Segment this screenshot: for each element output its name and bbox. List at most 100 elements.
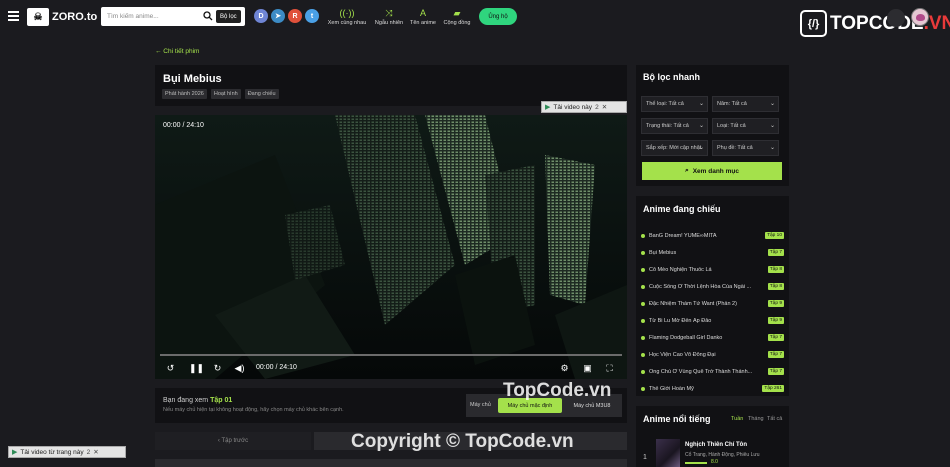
tab-month[interactable]: Tháng	[748, 416, 764, 422]
telegram-icon[interactable]: ➤	[271, 9, 285, 23]
tag-year: Phát hành 2026	[162, 89, 207, 99]
select-value: Phụ đề: Tất cả	[717, 145, 753, 151]
list-item[interactable]: Thế Giới Hoàn Mỹ Tập 261	[641, 380, 784, 397]
list-item[interactable]: Cuộc Sống Ở Thời Lệnh Hòa Của Ngài ... Tậ…	[641, 278, 784, 295]
view-catalog-button[interactable]: ⌕ Xem danh mục	[642, 162, 782, 180]
list-item[interactable]: Ông Chú Ở Vùng Quê Trở Thành Thánh... Tập…	[641, 363, 784, 380]
rating-score: 8.0	[711, 459, 718, 465]
anime-name: Học Viện Cao Võ Đông Đại	[649, 351, 716, 358]
back-to-detail-link[interactable]: ← Chi tiết phim	[155, 48, 199, 55]
search-input[interactable]	[107, 10, 202, 23]
progress-bar[interactable]	[160, 354, 622, 356]
episode-badge: Tập 8	[767, 266, 784, 273]
episode-badge: Tập 261	[762, 385, 784, 392]
anime-name: BanG Dream! YUME∞MITA	[649, 232, 717, 239]
forward-10-icon[interactable]: ↻	[212, 363, 223, 374]
nav-watch-together[interactable]: ((·)) Xem cùng nhau	[327, 9, 367, 27]
nav-community[interactable]: ▰ Cộng đồng	[437, 8, 477, 27]
year-select[interactable]: Năm: Tất cả ⌄	[712, 96, 779, 112]
watermark-copyright: Copyright © TopCode.vn	[351, 431, 574, 452]
user-avatar[interactable]	[911, 8, 929, 26]
time-display-bottom: 00:00 / 24:10	[256, 364, 297, 371]
pause-icon[interactable]: ❚❚	[189, 363, 204, 374]
bullet	[641, 301, 645, 306]
view-catalog-label: Xem danh mục	[692, 167, 739, 175]
bullet	[641, 233, 645, 238]
tab-week[interactable]: Tuần	[731, 416, 743, 422]
episode-badge: Tập 7	[767, 368, 784, 375]
time-display-top: 00:00 / 24:10	[163, 122, 204, 129]
video-player[interactable]: 00:00 / 24:10 ↺ ❚❚ ↻ ◀) 00:00 / 24:10 ⚙ …	[155, 115, 627, 379]
volume-icon[interactable]: ◀)	[234, 363, 245, 374]
genre-select[interactable]: Thể loại: Tất cả ⌄	[641, 96, 708, 112]
bullet	[641, 318, 645, 323]
popular-title: Anime nổi tiếng	[643, 414, 711, 424]
list-item[interactable]: Học Viện Cao Võ Đông Đại Tập 7	[641, 346, 784, 363]
status-select[interactable]: Trạng thái: Tất cả ⌄	[641, 118, 708, 134]
anime-genres: Cổ Trang, Hành Động, Phiêu Lưu	[685, 452, 760, 458]
select-value: Năm: Tất cả	[717, 101, 747, 107]
episode-badge: Tập 8	[767, 283, 784, 290]
sort-select[interactable]: Sắp xếp: Mới cập nhật ⌄	[641, 140, 708, 156]
select-value: Thể loại: Tất cả	[646, 101, 684, 107]
anime-info-card: Bụi Mebius Phát hành 2026 Hoạt hình Đang…	[155, 65, 627, 106]
type-select[interactable]: Loại: Tất cả ⌄	[712, 118, 779, 134]
chevron-down-icon: ⌄	[769, 145, 775, 151]
select-value: Trạng thái: Tất cả	[646, 123, 689, 129]
list-item[interactable]: Bụi Mebius Tập 7	[641, 244, 784, 261]
prev-episode-button[interactable]: ‹ Tập trước	[155, 432, 311, 450]
list-item[interactable]: Từ Bi Lu Mờ Đến Áp Đảo Tập 9	[641, 312, 784, 329]
anime-name: Từ Bi Lu Mờ Đến Áp Đảo	[649, 317, 712, 324]
airing-anime-panel: Anime đang chiếu BanG Dream! YUME∞MITA Tậ…	[636, 196, 789, 396]
search-icon: ⌕	[685, 167, 689, 174]
chat-icon: ▰	[453, 8, 461, 18]
chevron-down-icon: ⌄	[698, 145, 704, 151]
chevron-down-icon: ⌄	[769, 123, 775, 129]
filter-button[interactable]: Bộ lọc	[216, 10, 241, 23]
airing-title: Anime đang chiếu	[643, 204, 721, 214]
rank-number: 1	[643, 454, 647, 461]
server-note: Nếu máy chủ hiện tại không hoạt động, hã…	[163, 407, 344, 413]
list-item[interactable]: Cô Mèo Nghiện Thuốc Lá Tập 8	[641, 261, 784, 278]
anime-name: Nghịch Thiên Chí Tôn	[685, 442, 747, 448]
list-item[interactable]: Đặc Nhiệm Thám Tử Want (Phần 2) Tập 9	[641, 295, 784, 312]
reddit-icon[interactable]: R	[288, 9, 302, 23]
code-brace-icon: {/}	[800, 10, 827, 37]
tag-type: Hoạt hình	[210, 89, 241, 99]
close-icon[interactable]: ✕	[602, 103, 607, 111]
episode-badge: Tập 7	[767, 249, 784, 256]
watching-prefix: Bạn đang xem	[163, 397, 209, 404]
download-count: 2	[595, 103, 599, 111]
bullet	[641, 352, 645, 357]
popular-list-item[interactable]: 1 Nghịch Thiên Chí Tôn Cổ Trang, Hành Độ…	[641, 439, 781, 467]
list-item[interactable]: BanG Dream! YUME∞MITA Tập 10	[641, 227, 784, 244]
discord-icon[interactable]: D	[254, 9, 268, 23]
list-item[interactable]: Flaming Dodgeball Girl Danko Tập 7	[641, 329, 784, 346]
brand-main: TOPCODE	[830, 12, 924, 34]
notification-button[interactable]	[887, 9, 905, 27]
twitter-icon[interactable]: t	[305, 9, 319, 23]
site-logo[interactable]: ☠ ZORO.to	[27, 8, 97, 26]
fullscreen-icon[interactable]: ⛶	[604, 363, 615, 374]
tab-all[interactable]: Tất cả	[767, 416, 782, 422]
search-icon[interactable]	[203, 11, 213, 21]
rewind-10-icon[interactable]: ↺	[165, 363, 176, 374]
nav-label: Xem cùng nhau	[327, 20, 367, 26]
hamburger-menu-icon[interactable]	[8, 11, 19, 21]
nav-label: Tên anime	[410, 20, 436, 26]
episode-badge: Tập 7	[767, 334, 784, 341]
now-watching: Bạn đang xem Tập 01	[163, 397, 232, 404]
download-video-popup[interactable]: ▶ Tải video này 2 ✕	[541, 101, 627, 113]
search-box: Bộ lọc	[101, 7, 245, 26]
anime-name: Cuộc Sống Ở Thời Lệnh Hòa Của Ngài ...	[649, 283, 752, 290]
bullet	[641, 267, 645, 272]
anime-thumbnail	[656, 439, 680, 467]
donate-button[interactable]: Ủng hộ	[479, 8, 517, 25]
close-icon[interactable]: ✕	[93, 448, 98, 456]
download-page-video-popup[interactable]: ▶ Tải video từ trang này 2 ✕	[8, 446, 126, 458]
subtitle-select[interactable]: Phụ đề: Tất cả ⌄	[712, 140, 779, 156]
settings-gear-icon[interactable]: ⚙	[559, 363, 570, 374]
pip-icon[interactable]: ▣	[582, 363, 593, 374]
download-video-label: Tải video này	[553, 103, 593, 111]
anime-name: Ông Chú Ở Vùng Quê Trở Thành Thánh...	[649, 368, 753, 375]
